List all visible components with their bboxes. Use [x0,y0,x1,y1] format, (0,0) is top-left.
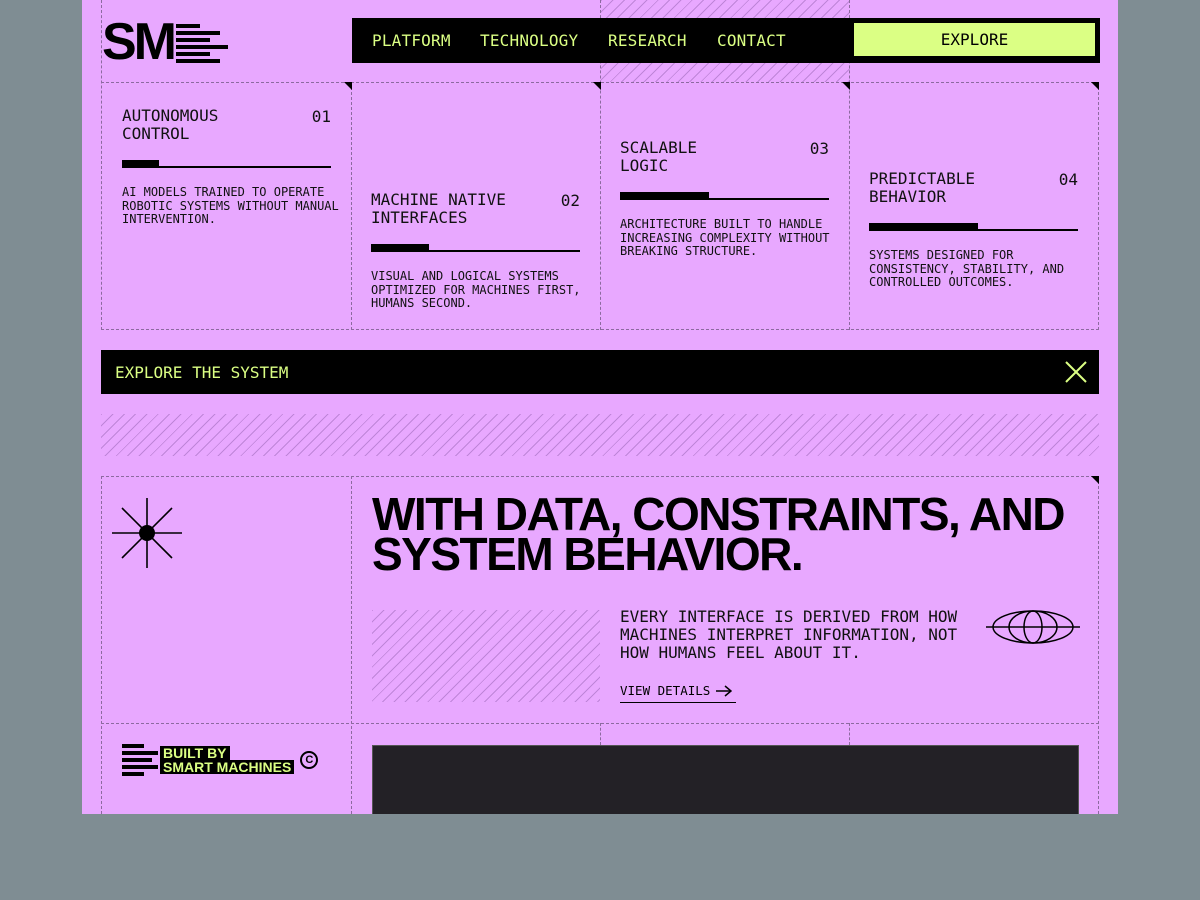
built-by-line1: BUILT BY [160,746,230,760]
explore-system-banner[interactable]: EXPLORE THE SYSTEM [101,350,1099,394]
page: SM PLATFORM TECHNOLOGY RESEARCH CONTACT … [82,0,1118,814]
grid-line [101,329,1099,330]
card-description: AI MODELS TRAINED TO OPERATE ROBOTIC SYS… [122,185,339,226]
card-progress-fill [620,192,709,200]
corner-marker [593,82,601,90]
corner-marker [344,82,352,90]
logo[interactable]: SM [102,16,228,68]
feature-card-01: AUTONOMOUS CONTROL 01 AI MODELS TRAINED … [122,106,339,247]
grid-line [101,476,102,814]
grid-line [351,476,352,814]
hatch-panel [372,610,600,702]
grid-line [1098,82,1099,330]
card-progress-fill [122,160,159,168]
built-by-text: BUILT BY SMART MACHINES [160,746,295,774]
hatch-divider [101,414,1099,456]
banner-label: EXPLORE THE SYSTEM [115,363,289,382]
hero-headline: WITH DATA, CONSTRAINTS, AND SYSTEM BEHAV… [372,488,1066,580]
card-number: 01 [311,107,331,126]
corner-marker [842,82,850,90]
card-number: 04 [1058,170,1078,189]
grid-line [351,82,352,330]
feature-card-03: SCALABLE LOGIC 03 ARCHITECTURE BUILT TO … [620,138,830,279]
globe-icon [986,610,1080,644]
dark-preview-panel [372,745,1079,814]
card-title: AUTONOMOUS CONTROL [122,106,219,143]
view-details-label: VIEW DETAILS [620,683,711,698]
card-title: MACHINE NATIVE INTERFACES [371,190,506,227]
card-progress-fill [869,223,978,231]
hero-body-text: EVERY INTERFACE IS DERIVED FROM HOW MACH… [620,607,958,662]
grid-line [101,476,1099,477]
top-nav: PLATFORM TECHNOLOGY RESEARCH CONTACT EXP… [352,18,1100,63]
grid-line [1098,476,1099,814]
grid-line [849,723,850,745]
corner-marker [1091,82,1099,90]
card-description: SYSTEMS DESIGNED FOR CONSISTENCY, STABIL… [869,248,1065,289]
nav-platform[interactable]: PLATFORM [372,31,451,50]
starburst-icon [112,498,182,568]
nav-research[interactable]: RESEARCH [608,31,687,50]
feature-card-04: PREDICTABLE BEHAVIOR 04 SYSTEMS DESIGNED… [869,170,1078,310]
card-progress-fill [371,244,429,252]
card-number: 02 [560,191,580,210]
built-bars-icon [122,744,158,776]
built-by-line2: SMART MACHINES [160,760,295,774]
card-title: PREDICTABLE BEHAVIOR [869,169,975,206]
logo-text: SM [102,13,177,71]
grid-line [600,723,601,745]
nav-contact[interactable]: CONTACT [717,31,786,50]
copyright-icon: C [300,751,319,769]
card-title: SCALABLE LOGIC [620,138,698,175]
card-description: ARCHITECTURE BUILT TO HANDLE INCREASING … [620,217,830,258]
view-details-link[interactable]: VIEW DETAILS [620,683,736,703]
grid-line [101,723,1099,724]
nav-technology[interactable]: TECHNOLOGY [480,31,578,50]
logo-bars-icon [176,23,228,63]
card-description: VISUAL AND LOGICAL SYSTEMS OPTIMIZED FOR… [371,269,581,310]
close-icon[interactable] [1065,361,1087,383]
built-by-badge: BUILT BY SMART MACHINES C [122,744,319,776]
arrow-right-icon [716,684,733,697]
feature-card-02: MACHINE NATIVE INTERFACES 02 VISUAL AND … [371,190,581,321]
card-number: 03 [809,139,829,158]
corner-marker [1091,476,1099,484]
explore-button[interactable]: EXPLORE [853,22,1096,57]
